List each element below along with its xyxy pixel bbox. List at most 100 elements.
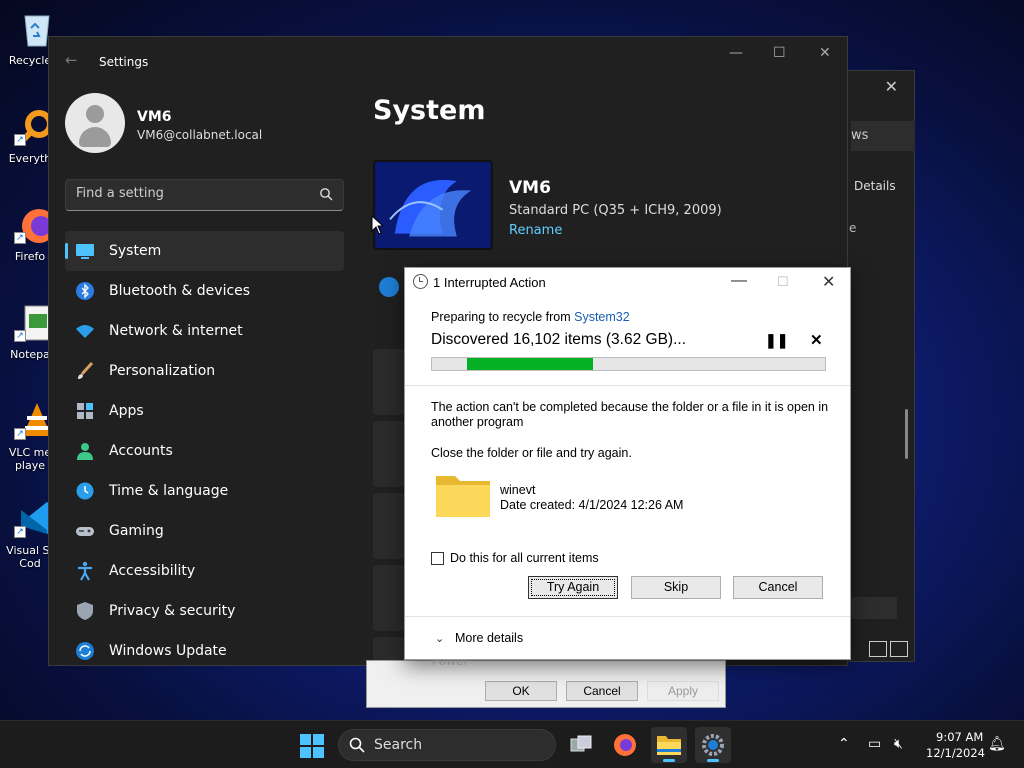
scrollbar[interactable] xyxy=(905,409,908,459)
user-email: VM6@collabnet.local xyxy=(137,128,263,142)
clock-icon xyxy=(413,274,428,289)
close-icon[interactable]: ✕ xyxy=(822,272,835,292)
back-arrow-icon[interactable]: ← xyxy=(65,51,78,69)
details-view-icon[interactable] xyxy=(869,641,887,657)
pause-icon[interactable]: ❚❚ xyxy=(765,332,788,349)
sync-icon[interactable] xyxy=(379,277,399,297)
chevron-down-icon: ⌄ xyxy=(435,633,445,645)
folder-icon xyxy=(657,736,681,755)
cancel-operation-icon[interactable]: ✕ xyxy=(810,331,823,349)
search-icon[interactable] xyxy=(319,187,333,201)
minimize-icon[interactable]: — xyxy=(729,45,743,61)
taskbar-settings[interactable] xyxy=(695,727,731,763)
cancel-button[interactable]: Cancel xyxy=(566,681,638,701)
brush-icon xyxy=(75,361,95,381)
shortcut-arrow-icon: ↗ xyxy=(14,232,26,244)
close-icon[interactable]: ✕ xyxy=(819,45,831,61)
pc-name: VM6 xyxy=(509,178,551,198)
taskbar-file-explorer[interactable] xyxy=(651,727,687,763)
shortcut-arrow-icon: ↗ xyxy=(14,330,26,342)
nav-item-bluetooth[interactable]: Bluetooth & devices xyxy=(65,271,344,311)
nav-item-accounts[interactable]: Accounts xyxy=(65,431,344,471)
nav-item-system[interactable]: System xyxy=(65,231,344,271)
nav-item-personalization[interactable]: Personalization xyxy=(65,351,344,391)
apps-icon xyxy=(75,401,95,421)
close-icon[interactable]: ✕ xyxy=(885,77,898,96)
task-view-icon xyxy=(570,735,592,752)
ok-button[interactable]: OK xyxy=(485,681,557,701)
nav-item-time-language[interactable]: Time & language xyxy=(65,471,344,511)
find-setting-input[interactable] xyxy=(66,180,306,207)
settings-card-sound[interactable] xyxy=(373,421,407,487)
search-icon xyxy=(349,737,365,753)
clock-date[interactable]: 12/1/2024 xyxy=(926,746,985,760)
desktop-icon-label: Recycle xyxy=(8,54,52,67)
desktop-icon-label: Everyth xyxy=(8,152,52,165)
desktop-icon-label: Visual St Cod xyxy=(6,544,54,570)
page-title: System xyxy=(373,95,486,126)
person-icon xyxy=(75,441,95,461)
cancel-button[interactable]: Cancel xyxy=(733,576,823,599)
progress-bar xyxy=(431,357,826,371)
windows-logo-icon xyxy=(300,734,311,745)
network-icon[interactable]: ▭ xyxy=(868,736,881,752)
nav-item-network[interactable]: Network & internet xyxy=(65,311,344,351)
try-again-button[interactable]: Try Again xyxy=(528,576,618,599)
details-label[interactable]: Details xyxy=(854,179,896,193)
progress-fill xyxy=(467,358,594,370)
shield-icon xyxy=(75,601,95,621)
nav-item-windows-update[interactable]: Windows Update xyxy=(65,631,344,671)
apply-all-row[interactable]: Do this for all current items xyxy=(431,551,599,565)
windows-bloom-image xyxy=(375,162,491,248)
monitor-icon xyxy=(75,241,95,261)
minimize-icon[interactable]: — xyxy=(731,272,747,290)
error-message: The action can't be completed because th… xyxy=(431,400,829,429)
apply-all-label: Do this for all current items xyxy=(450,551,599,565)
properties-dialog: OK Cancel Apply xyxy=(366,660,726,708)
window-title: Settings xyxy=(99,55,149,69)
desktop-icon-label: VLC me playe xyxy=(8,446,52,472)
background-tab[interactable]: ws xyxy=(851,121,915,151)
nav-item-apps[interactable]: Apps xyxy=(65,391,344,431)
bluetooth-icon xyxy=(75,281,95,301)
pc-model: Standard PC (Q35 + ICH9, 2009) xyxy=(509,203,722,218)
pc-thumbnail xyxy=(373,160,493,250)
apply-button[interactable]: Apply xyxy=(647,681,719,701)
globe-clock-icon xyxy=(75,481,95,501)
skip-button[interactable]: Skip xyxy=(631,576,721,599)
wifi-icon xyxy=(75,321,95,341)
rename-link[interactable]: Rename xyxy=(509,223,562,238)
taskbar-search[interactable]: Search xyxy=(338,729,556,761)
taskbar-firefox[interactable] xyxy=(607,727,643,763)
settings-card-display[interactable] xyxy=(373,349,407,415)
settings-card-focus[interactable] xyxy=(373,565,407,631)
partial-text: e xyxy=(849,221,857,235)
gear-icon xyxy=(702,734,724,756)
shortcut-arrow-icon: ↗ xyxy=(14,526,26,538)
notification-bell-icon[interactable]: 🔔︎ xyxy=(988,736,1006,752)
settings-titlebar: ← Settings — ☐ ✕ xyxy=(49,37,847,85)
large-icons-view-icon[interactable] xyxy=(890,641,908,657)
chevron-up-icon[interactable]: ⌃ xyxy=(838,736,850,752)
task-view-button[interactable] xyxy=(563,727,599,763)
avatar[interactable] xyxy=(65,93,125,153)
source-folder-link[interactable]: System32 xyxy=(574,310,630,324)
settings-card-notifications[interactable] xyxy=(373,493,407,559)
apply-all-checkbox[interactable] xyxy=(431,551,444,565)
volume-muted-icon[interactable]: 🔇︎ xyxy=(894,736,903,752)
avatar-head xyxy=(86,105,104,123)
more-details-toggle[interactable]: ⌄ More details xyxy=(405,616,850,660)
desktop-icon-label: Firefo xyxy=(14,250,46,263)
taskbar: Search ⌃ ▭ 🔇︎ 9:07 AM 12/1/2024 🔔︎ xyxy=(0,720,1024,768)
maximize-icon[interactable]: ☐ xyxy=(773,45,786,61)
instruction-text: Close the folder or file and try again. xyxy=(431,446,632,460)
mouse-cursor-icon xyxy=(371,215,383,235)
firefox-icon xyxy=(614,734,636,756)
nav-item-privacy[interactable]: Privacy & security xyxy=(65,591,344,631)
clock-time[interactable]: 9:07 AM xyxy=(936,730,983,744)
find-setting-box xyxy=(65,179,344,211)
nav-item-gaming[interactable]: Gaming xyxy=(65,511,344,551)
start-button[interactable] xyxy=(300,734,324,758)
preparing-text: Preparing to recycle from System32 xyxy=(431,310,630,324)
nav-item-accessibility[interactable]: Accessibility xyxy=(65,551,344,591)
